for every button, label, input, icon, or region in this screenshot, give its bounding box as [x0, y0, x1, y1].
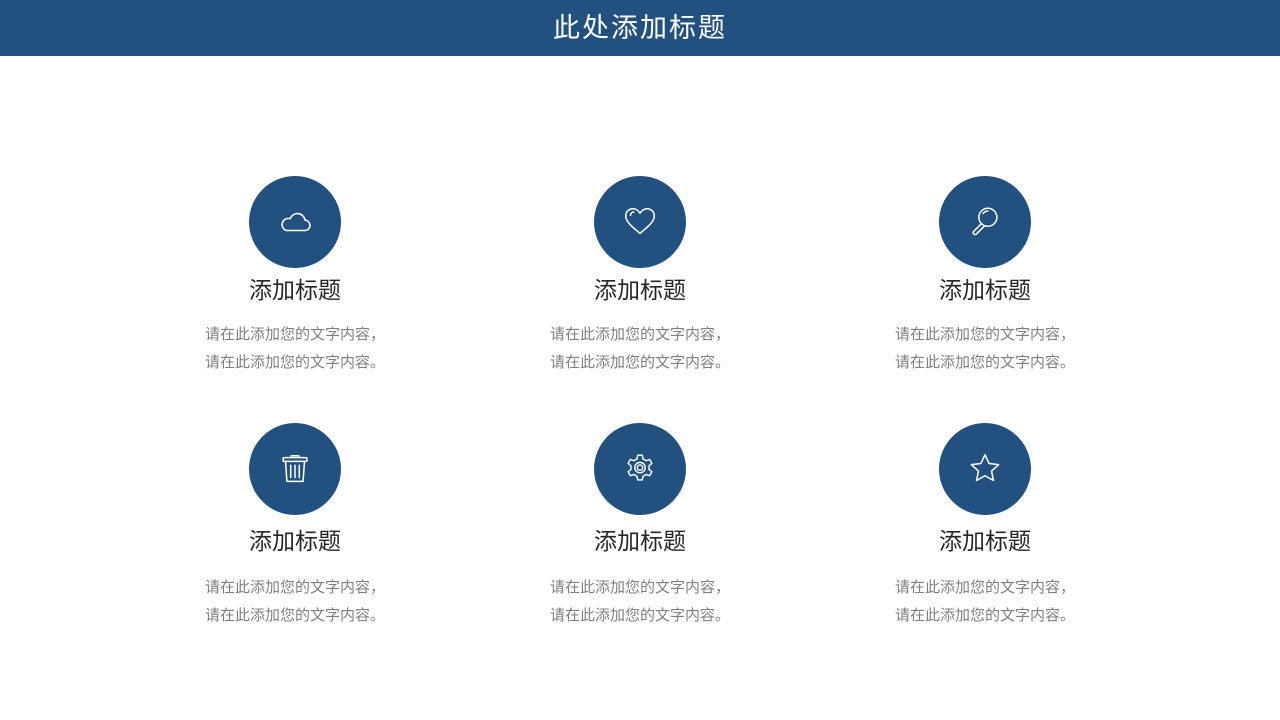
icon-circle: [939, 176, 1031, 268]
card-title: 添加标题: [939, 278, 1031, 304]
card-title: 添加标题: [594, 529, 686, 555]
icon-circle: [249, 176, 341, 268]
card-description-line: 请在此添加您的文字内容。: [204, 353, 385, 371]
card-title: 添加标题: [939, 529, 1031, 555]
card-description-line: 请在此添加您的文字内容，: [549, 578, 730, 596]
icon-circle: [594, 423, 686, 515]
star-icon: [970, 453, 1000, 482]
heart-icon: [624, 207, 656, 235]
feature-card-4: 添加标题 请在此添加您的文字内容， 请在此添加您的文字内容。: [155, 423, 435, 643]
card-description-line: 请在此添加您的文字内容。: [549, 353, 730, 371]
card-description-line: 请在此添加您的文字内容，: [204, 325, 385, 343]
card-description: 请在此添加您的文字内容， 请在此添加您的文字内容。: [500, 573, 780, 629]
icon-circle: [594, 176, 686, 268]
card-description-line: 请在此添加您的文字内容。: [894, 353, 1075, 371]
slide: 此处添加标题 添加标题 请在此添加您的文字内容， 请在此添加您的文字内容。 添加…: [0, 0, 1280, 720]
card-description-line: 请在此添加您的文字内容。: [894, 606, 1075, 624]
card-description: 请在此添加您的文字内容， 请在此添加您的文字内容。: [155, 573, 435, 629]
page-title: 此处添加标题: [553, 12, 727, 44]
feature-card-1: 添加标题 请在此添加您的文字内容， 请在此添加您的文字内容。: [155, 176, 435, 396]
icon-circle: [249, 423, 341, 515]
card-description: 请在此添加您的文字内容， 请在此添加您的文字内容。: [500, 320, 780, 376]
card-description-line: 请在此添加您的文字内容。: [549, 606, 730, 624]
card-description-line: 请在此添加您的文字内容，: [894, 578, 1075, 596]
card-description: 请在此添加您的文字内容， 请在此添加您的文字内容。: [845, 320, 1125, 376]
card-title: 添加标题: [594, 278, 686, 304]
card-title: 添加标题: [249, 529, 341, 555]
card-description-line: 请在此添加您的文字内容，: [549, 325, 730, 343]
feature-card-2: 添加标题 请在此添加您的文字内容， 请在此添加您的文字内容。: [500, 176, 780, 396]
feature-card-6: 添加标题 请在此添加您的文字内容， 请在此添加您的文字内容。: [845, 423, 1125, 643]
trash-icon: [282, 454, 308, 483]
feature-card-3: 添加标题 请在此添加您的文字内容， 请在此添加您的文字内容。: [845, 176, 1125, 396]
card-description-line: 请在此添加您的文字内容，: [894, 325, 1075, 343]
icon-circle: [939, 423, 1031, 515]
card-title: 添加标题: [249, 278, 341, 304]
header-bar: 此处添加标题: [0, 0, 1280, 56]
search-icon: [972, 207, 998, 236]
card-description-line: 请在此添加您的文字内容。: [204, 606, 385, 624]
card-description: 请在此添加您的文字内容， 请在此添加您的文字内容。: [845, 573, 1125, 629]
gear-icon: [627, 454, 653, 481]
card-description: 请在此添加您的文字内容， 请在此添加您的文字内容。: [155, 320, 435, 376]
feature-card-5: 添加标题 请在此添加您的文字内容， 请在此添加您的文字内容。: [500, 423, 780, 643]
card-description-line: 请在此添加您的文字内容，: [204, 578, 385, 596]
cloud-icon: [281, 212, 311, 232]
